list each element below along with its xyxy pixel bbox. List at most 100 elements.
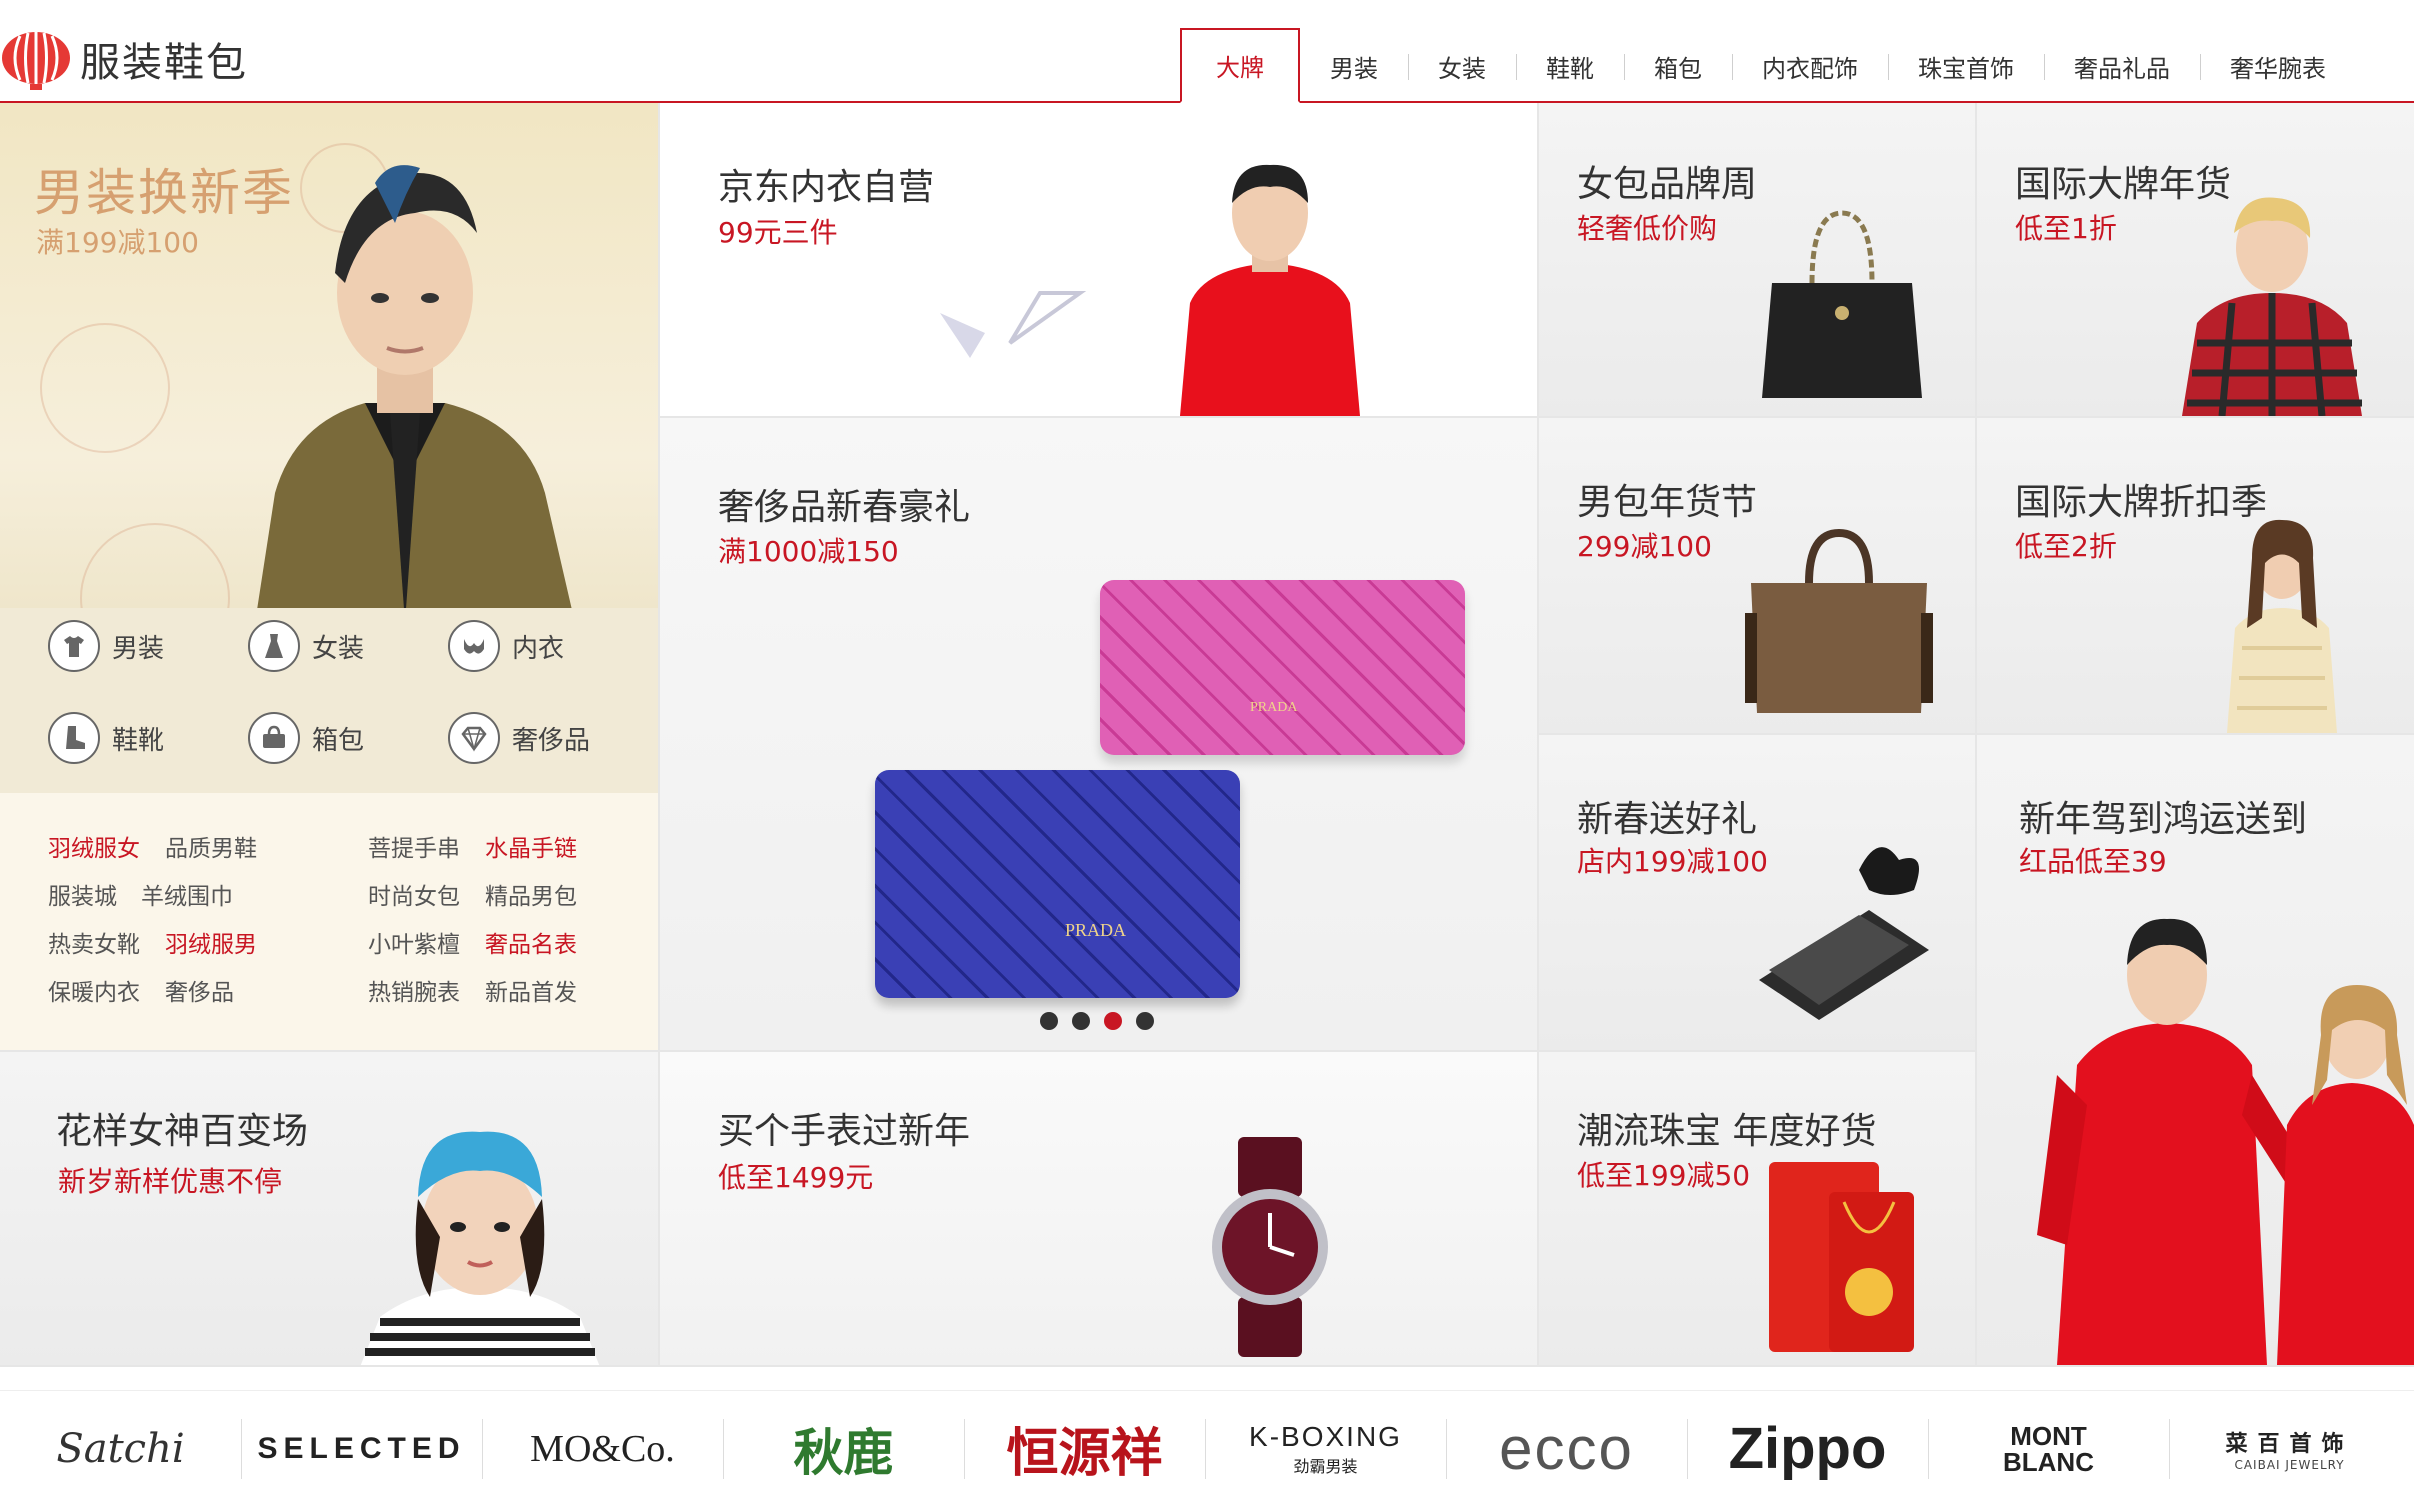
tile-watch[interactable]: 买个手表过新年 低至1499元	[660, 1052, 1537, 1365]
tile-women-bag[interactable]: 女包品牌周 轻奢低价购	[1539, 103, 1975, 416]
tile-intl-brand[interactable]: 国际大牌年货 低至1折	[1977, 103, 2414, 416]
cat-menswear[interactable]: 男装	[48, 620, 164, 672]
brand-qiulu[interactable]: 秋鹿	[723, 1391, 964, 1505]
link-item[interactable]: 时尚女包	[368, 877, 460, 911]
tab-shoes[interactable]: 鞋靴	[1516, 30, 1624, 103]
link-item[interactable]: 小叶紫檀	[368, 925, 460, 959]
tile-goddess-promo[interactable]: 花样女神百变场 新岁新样优惠不停	[0, 1052, 658, 1365]
tile-new-year-gift[interactable]: 新春送好礼 店内199减100	[1539, 735, 1975, 1050]
link-item[interactable]: 水晶手链	[485, 829, 577, 863]
tab-bags[interactable]: 箱包	[1624, 30, 1732, 103]
link-item[interactable]: 品质男鞋	[165, 829, 257, 863]
brand-kboxing[interactable]: K-BOXING 劲霸男装	[1205, 1391, 1446, 1505]
category-shortcuts: 男装 女装 内衣 鞋靴 箱包 奢侈品	[0, 608, 660, 793]
brand-ecco[interactable]: ecco	[1446, 1391, 1687, 1505]
brand-hengyuanxiang[interactable]: 恒源祥	[964, 1391, 1205, 1505]
cat-bags[interactable]: 箱包	[248, 712, 364, 764]
cat-label: 男装	[112, 633, 165, 664]
brand-logo-text: SELECTED	[257, 1431, 466, 1465]
tab-underwear-accessories[interactable]: 内衣配饰	[1732, 30, 1888, 103]
cat-label: 鞋靴	[112, 725, 165, 756]
cat-label: 内衣	[512, 633, 565, 664]
tile-lucky-red[interactable]: 新年驾到鸿运送到 红品低至39	[1977, 735, 2414, 1365]
tile-title: 奢侈品新春豪礼	[718, 487, 971, 528]
brand-moco[interactable]: MO&Co.	[482, 1391, 723, 1505]
menswear-hero-banner[interactable]: 男装换新季 满199减100	[0, 103, 660, 608]
tile-jd-underwear[interactable]: 京东内衣自营 99元三件	[660, 103, 1537, 416]
cat-luxury[interactable]: 奢侈品	[448, 712, 590, 764]
wallet-brand: PRADA	[1065, 920, 1127, 940]
tile-subtitle: 轻奢低价购	[1577, 212, 1718, 245]
top-header: 服装鞋包 大牌 男装 女装 鞋靴 箱包 内衣配饰 珠宝首饰 奢品礼品 奢华腕表	[0, 0, 2414, 103]
tab-womenswear[interactable]: 女装	[1408, 30, 1516, 103]
link-item[interactable]: 奢品名表	[485, 925, 577, 959]
lantern-logo-icon	[2, 32, 70, 90]
brand-logo-subtext: 劲霸男装	[1293, 1456, 1358, 1476]
tab-menswear[interactable]: 男装	[1300, 30, 1408, 103]
cat-shoes[interactable]: 鞋靴	[48, 712, 164, 764]
link-item[interactable]: 保暖内衣	[48, 973, 140, 1007]
tile-title: 买个手表过新年	[718, 1111, 971, 1152]
grid-divider	[660, 416, 2414, 418]
tile-title: 新年驾到鸿运送到	[2019, 799, 2308, 840]
wallet-brand: PRADA	[1250, 700, 1298, 715]
cat-label: 女装	[312, 633, 365, 664]
tab-luxury-gifts[interactable]: 奢品礼品	[2044, 30, 2200, 103]
tile-subtitle: 99元三件	[718, 216, 838, 249]
tab-jewelry[interactable]: 珠宝首饰	[1888, 30, 2044, 103]
tile-subtitle: 低至1折	[2015, 212, 2117, 245]
male-model-image	[257, 165, 572, 608]
brand-logo-text: MO&Co.	[530, 1427, 675, 1470]
link-item[interactable]: 羽绒服女	[48, 829, 140, 863]
link-item[interactable]: 精品男包	[485, 877, 577, 911]
red-underwear-couple-image	[2037, 918, 2414, 1365]
section-title: 服装鞋包	[80, 40, 248, 86]
cat-womenswear[interactable]: 女装	[248, 620, 364, 672]
link-item[interactable]: 热卖女靴	[48, 925, 140, 959]
carousel-dot[interactable]	[1040, 1012, 1058, 1030]
briefcase-image	[1745, 528, 1933, 713]
link-item[interactable]: 新品首发	[485, 973, 577, 1007]
tile-subtitle: 新岁新样优惠不停	[58, 1165, 283, 1198]
cat-underwear[interactable]: 内衣	[448, 620, 564, 672]
carousel-dot[interactable]	[1072, 1012, 1090, 1030]
link-item[interactable]: 菩提手串	[368, 829, 460, 863]
tile-title: 女包品牌周	[1577, 164, 1758, 205]
tab-brand[interactable]: 大牌	[1180, 28, 1300, 103]
grid-divider	[0, 1365, 2414, 1367]
red-shirt-model-image	[1180, 164, 1360, 416]
tile-luxury-gifts[interactable]: 奢侈品新春豪礼 满1000减150 PRADA PRADA	[660, 418, 1537, 1050]
brand-logo-subtext: CAIBAI JEWELRY	[2234, 1457, 2345, 1472]
handbag-image	[1762, 210, 1922, 398]
brand-logo-text: 秋鹿	[793, 1423, 894, 1482]
brand-montblanc[interactable]: MONT BLANC	[1928, 1391, 2169, 1505]
brand-selected[interactable]: SELECTED	[241, 1391, 482, 1505]
tile-men-bag[interactable]: 男包年货节 299减100	[1539, 418, 1975, 733]
tile-subtitle: 低至2折	[2015, 530, 2117, 563]
tile-subtitle: 红品低至39	[2019, 845, 2167, 878]
left-promo-column: 男装换新季 满199减100 男装 女装 内衣 鞋靴 箱包 奢侈品 羽绒服女 品…	[0, 103, 660, 1051]
brand-logo-text: ecco	[1499, 1415, 1634, 1482]
tab-luxury-watches[interactable]: 奢华腕表	[2200, 30, 2356, 103]
link-item[interactable]: 奢侈品	[165, 973, 234, 1007]
tile-intl-discount[interactable]: 国际大牌折扣季 低至2折	[1977, 418, 2414, 733]
brand-logo-text: 恒源祥	[1006, 1424, 1163, 1484]
plaid-shirt-model-image	[2182, 197, 2362, 416]
hero-subtitle: 满199减100	[36, 226, 199, 259]
dress-icon	[248, 620, 300, 672]
link-item[interactable]: 羊绒围巾	[141, 877, 233, 911]
brand-caibai[interactable]: 菜百首饰 CAIBAI JEWELRY	[2169, 1391, 2410, 1505]
link-item[interactable]: 服装城	[48, 877, 117, 911]
wristwatch-image	[1212, 1137, 1328, 1357]
underwear-icon	[448, 620, 500, 672]
bag-icon	[248, 712, 300, 764]
cat-label: 奢侈品	[512, 725, 591, 756]
brand-logo-text: Zippo	[1728, 1416, 1887, 1481]
link-item[interactable]: 热销腕表	[368, 973, 460, 1007]
brand-satchi[interactable]: Satchi	[0, 1391, 241, 1505]
carousel-dot-active[interactable]	[1104, 1012, 1122, 1030]
link-item[interactable]: 羽绒服男	[165, 925, 257, 959]
tile-jewelry[interactable]: 潮流珠宝 年度好货 低至199减50	[1539, 1052, 1975, 1365]
carousel-dot[interactable]	[1136, 1012, 1154, 1030]
brand-zippo[interactable]: Zippo	[1687, 1391, 1928, 1505]
